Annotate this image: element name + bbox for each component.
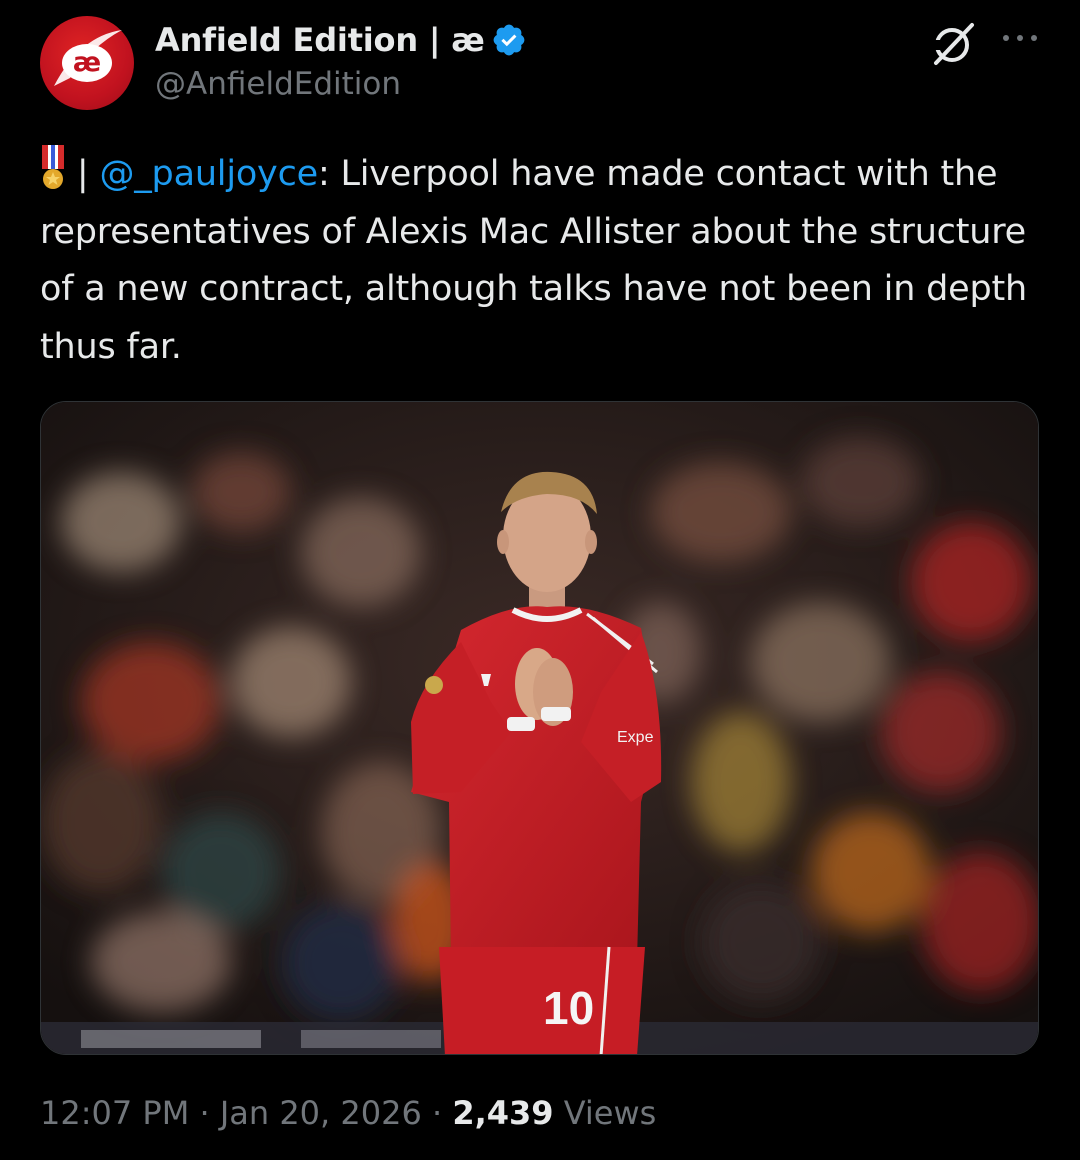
kit-sponsor: Expe [617, 729, 654, 746]
medal-icon [42, 145, 64, 189]
views-count: 2,439 [452, 1094, 554, 1132]
separator: | [66, 154, 100, 194]
views-label: Views [553, 1094, 657, 1132]
tweet-meta: 12:07 PM · Jan 20, 2026 · 2,439 Views [40, 1094, 656, 1132]
photo-scene: Expe 10 [41, 402, 1038, 1054]
tweet-image[interactable]: Expe 10 [40, 401, 1039, 1055]
more-dots-icon[interactable] [1000, 26, 1040, 50]
avatar[interactable]: æ [40, 16, 134, 110]
mention-link[interactable]: @_pauljoyce [99, 154, 318, 194]
tweet-container: æ Anfield Edition | æ @AnfieldEdition | … [0, 0, 1080, 1160]
tweet-time[interactable]: 12:07 PM [40, 1094, 189, 1132]
tweet-text: | @_pauljoyce: Liverpool have made conta… [40, 145, 1040, 376]
anfield-edition-logo-icon: æ [62, 44, 112, 82]
display-name[interactable]: Anfield Edition | æ [155, 21, 485, 59]
author-name-row[interactable]: Anfield Edition | æ [155, 20, 527, 60]
meta-separator: · [421, 1094, 453, 1132]
meta-separator: · [189, 1094, 220, 1132]
author-handle[interactable]: @AnfieldEdition [155, 66, 401, 102]
shirt-number: 10 [543, 982, 594, 1034]
grok-icon[interactable] [930, 20, 978, 68]
verified-badge-icon [493, 24, 524, 56]
tweet-date[interactable]: Jan 20, 2026 [220, 1094, 422, 1132]
